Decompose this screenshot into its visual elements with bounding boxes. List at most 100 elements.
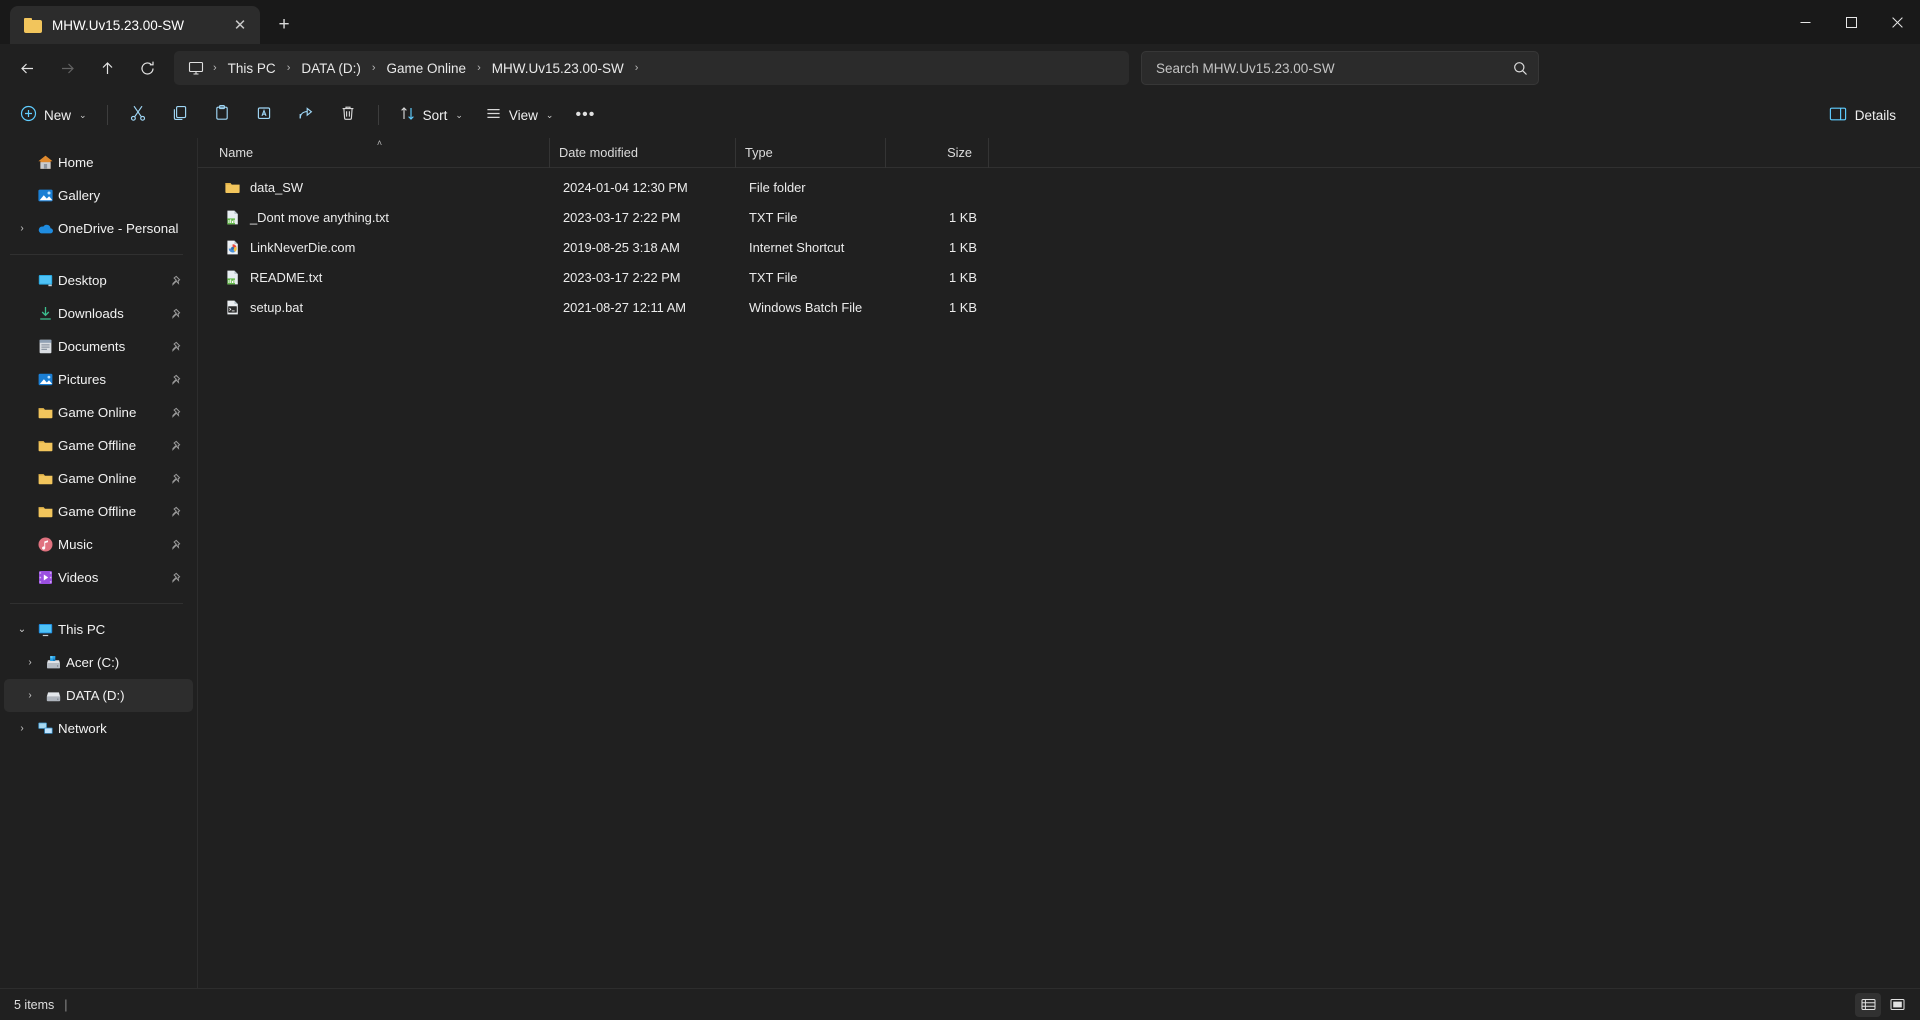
pin-icon[interactable] xyxy=(169,440,181,452)
sidebar-item-documents[interactable]: Documents xyxy=(4,330,193,363)
sidebar-item-label: Pictures xyxy=(58,372,106,387)
delete-button[interactable] xyxy=(328,99,368,131)
chevron-right-icon[interactable]: › xyxy=(20,690,40,701)
navigation-pane[interactable]: Home Gallery › OneDrive - Personal xyxy=(0,138,198,988)
breadcrumb-game-online[interactable]: Game Online xyxy=(379,57,475,80)
column-headers: ˄ Name Date modified Type Size xyxy=(198,138,1920,168)
file-size-cell: 1 KB xyxy=(890,300,993,315)
search-box[interactable] xyxy=(1141,51,1539,85)
this-pc-icon[interactable] xyxy=(182,60,210,76)
chevron-down-icon[interactable]: ⌄ xyxy=(12,624,32,635)
breadcrumb-data-d[interactable]: DATA (D:) xyxy=(293,57,369,80)
file-size-cell: 1 KB xyxy=(890,210,993,225)
sidebar-item-downloads[interactable]: Downloads xyxy=(4,297,193,330)
maximize-button[interactable] xyxy=(1828,0,1874,44)
sidebar-item-game-offline-1[interactable]: Game Offline xyxy=(4,429,193,462)
table-row[interactable]: data_SW 2024-01-04 12:30 PM File folder xyxy=(202,172,1916,202)
new-button[interactable]: New ⌄ xyxy=(10,99,97,131)
column-header-type[interactable]: Type xyxy=(736,138,886,168)
cut-button[interactable] xyxy=(118,99,158,131)
address-bar[interactable]: › This PC › DATA (D:) › Game Online › MH… xyxy=(174,51,1129,85)
pin-icon[interactable] xyxy=(169,407,181,419)
breadcrumb-current-folder[interactable]: MHW.Uv15.23.00-SW xyxy=(484,57,632,80)
sidebar-item-home[interactable]: Home xyxy=(4,146,193,179)
sidebar-item-label: OneDrive - Personal xyxy=(58,221,178,236)
details-view-icon[interactable] xyxy=(1855,993,1881,1017)
table-row[interactable]: LinkNeverDie.com 2019-08-25 3:18 AM Inte… xyxy=(202,232,1916,262)
file-date-cell: 2019-08-25 3:18 AM xyxy=(554,240,740,255)
refresh-button[interactable] xyxy=(128,51,166,85)
breadcrumb-separator: › xyxy=(210,62,220,74)
sidebar-item-onedrive[interactable]: › OneDrive - Personal xyxy=(4,212,193,245)
chevron-right-icon[interactable]: › xyxy=(20,657,40,668)
sidebar-item-videos[interactable]: Videos xyxy=(4,561,193,594)
minimize-button[interactable] xyxy=(1782,0,1828,44)
sidebar-item-acer-c[interactable]: › Acer (C:) xyxy=(4,646,193,679)
chevron-right-icon[interactable]: › xyxy=(12,723,32,734)
sidebar-item-pictures[interactable]: Pictures xyxy=(4,363,193,396)
sidebar-item-game-offline-2[interactable]: Game Offline xyxy=(4,495,193,528)
sidebar-item-game-online-2[interactable]: Game Online xyxy=(4,462,193,495)
share-button[interactable] xyxy=(286,99,326,131)
breadcrumb-separator: › xyxy=(284,62,294,74)
search-input[interactable] xyxy=(1156,61,1513,76)
details-pane-button[interactable]: Details xyxy=(1819,99,1906,131)
breadcrumb-this-pc[interactable]: This PC xyxy=(220,57,284,80)
pin-icon[interactable] xyxy=(169,539,181,551)
column-header-date-modified[interactable]: Date modified xyxy=(550,138,736,168)
sidebar-item-music[interactable]: Music xyxy=(4,528,193,561)
column-header-name[interactable]: ˄ Name xyxy=(210,138,550,168)
forward-button[interactable] xyxy=(48,51,86,85)
chevron-right-icon[interactable]: › xyxy=(12,223,32,234)
table-row[interactable]: _Dont move anything.txt 2023-03-17 2:22 … xyxy=(202,202,1916,232)
search-icon[interactable] xyxy=(1513,61,1528,76)
pin-icon[interactable] xyxy=(169,341,181,353)
sidebar-item-network[interactable]: › Network xyxy=(4,712,193,745)
sidebar-item-this-pc[interactable]: ⌄ This PC xyxy=(4,613,193,646)
rename-button[interactable] xyxy=(244,99,284,131)
chevron-down-icon: ⌄ xyxy=(79,110,87,121)
internet-shortcut-icon xyxy=(223,238,241,256)
view-button[interactable]: View ⌄ xyxy=(475,99,564,131)
pin-icon[interactable] xyxy=(169,308,181,320)
pin-icon[interactable] xyxy=(169,374,181,386)
sidebar-item-gallery[interactable]: Gallery xyxy=(4,179,193,212)
breadcrumb-separator-trailing[interactable]: › xyxy=(632,62,642,74)
sidebar-item-data-d[interactable]: › DATA (D:) xyxy=(4,679,193,712)
batch-file-icon xyxy=(223,298,241,316)
file-name: _Dont move anything.txt xyxy=(250,210,389,225)
large-icons-view-icon[interactable] xyxy=(1884,993,1910,1017)
pin-icon[interactable] xyxy=(169,473,181,485)
up-button[interactable] xyxy=(88,51,126,85)
close-window-button[interactable] xyxy=(1874,0,1920,44)
new-tab-button[interactable]: + xyxy=(268,9,300,41)
view-button-label: View xyxy=(509,108,538,123)
pin-icon[interactable] xyxy=(169,572,181,584)
column-header-size[interactable]: Size xyxy=(886,138,989,168)
sort-button[interactable]: Sort ⌄ xyxy=(389,99,473,131)
pin-icon[interactable] xyxy=(169,506,181,518)
paste-button[interactable] xyxy=(202,99,242,131)
network-icon xyxy=(32,720,58,737)
sidebar-item-label: Game Online xyxy=(58,405,136,420)
sidebar-item-label: Game Offline xyxy=(58,438,136,453)
close-tab-icon[interactable]: ✕ xyxy=(226,11,254,39)
tab-mhw[interactable]: MHW.Uv15.23.00-SW ✕ xyxy=(10,6,260,44)
file-list-pane: ˄ Name Date modified Type Size xyxy=(198,138,1920,988)
folder-icon xyxy=(24,18,42,33)
txt-file-icon xyxy=(223,208,241,226)
pin-icon[interactable] xyxy=(169,275,181,287)
sidebar-item-desktop[interactable]: Desktop xyxy=(4,264,193,297)
sidebar-divider xyxy=(10,603,183,604)
breadcrumb-separator: › xyxy=(474,62,484,74)
file-name: data_SW xyxy=(250,180,303,195)
sidebar-item-label: Videos xyxy=(58,570,98,585)
copy-button[interactable] xyxy=(160,99,200,131)
more-options-button[interactable]: ••• xyxy=(565,99,605,131)
back-button[interactable] xyxy=(8,51,46,85)
table-row[interactable]: setup.bat 2021-08-27 12:11 AM Windows Ba… xyxy=(202,292,1916,322)
sidebar-item-game-online-1[interactable]: Game Online xyxy=(4,396,193,429)
table-row[interactable]: README.txt 2023-03-17 2:22 PM TXT File 1… xyxy=(202,262,1916,292)
scissors-icon xyxy=(129,104,147,127)
gallery-icon xyxy=(32,187,58,204)
